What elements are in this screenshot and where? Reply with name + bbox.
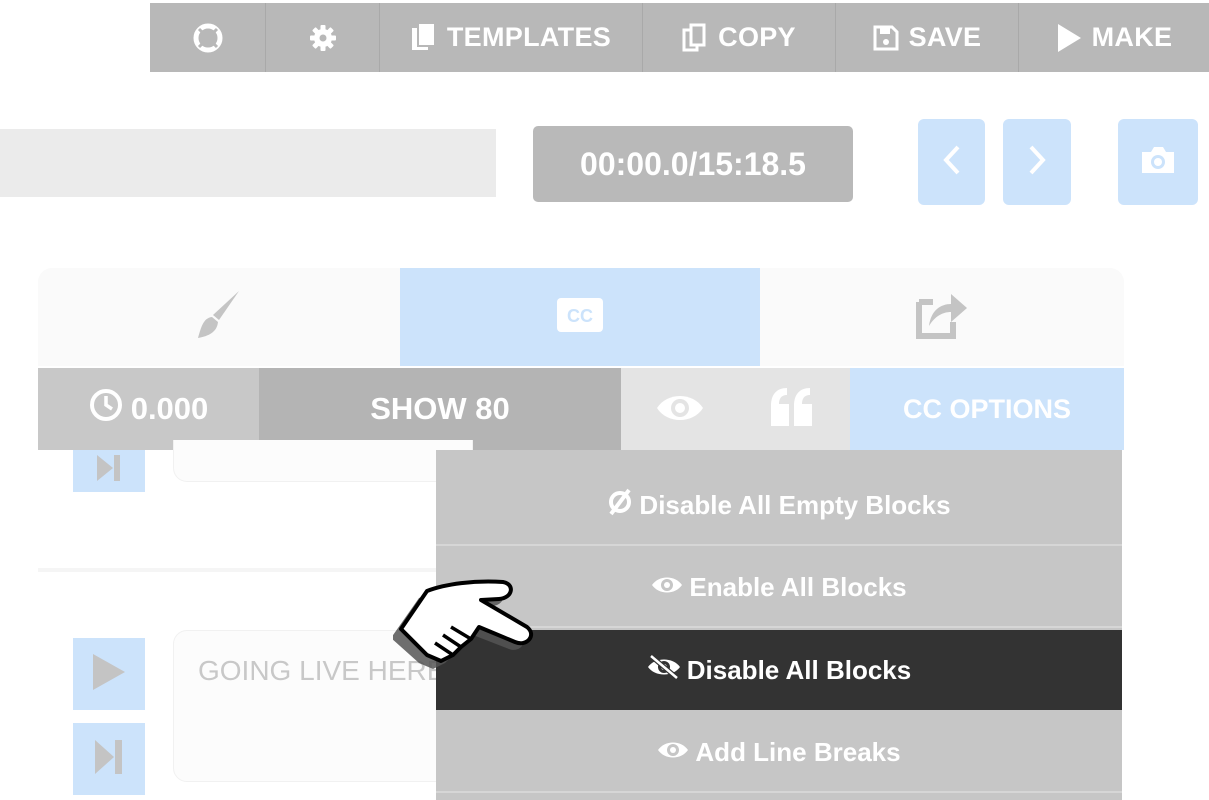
caption-block[interactable] [173,440,473,482]
screenshot-button[interactable] [1118,119,1198,205]
next-button[interactable] [1003,119,1071,205]
tab-share[interactable] [760,268,1124,366]
svg-text:CC: CC [567,306,593,326]
block-divider [38,568,478,572]
copy-button[interactable]: COPY [643,3,836,72]
play-block-button[interactable] [73,638,145,710]
delay-control[interactable]: 0.000 [38,368,259,450]
chevron-left-icon [941,144,963,181]
top-toolbar: TEMPLATES COPY SAVE MAKE [150,3,1209,72]
templates-button[interactable]: TEMPLATES [380,3,643,72]
show-count-button[interactable]: SHOW 80 [259,368,621,450]
save-icon [873,25,899,51]
disable-all-blocks-label: Disable All Blocks [686,654,912,685]
lifebuoy-icon [193,23,223,53]
play-icon [1056,23,1082,53]
eye-icon[interactable] [655,390,705,434]
play-icon [91,653,127,696]
clock-icon [89,388,123,430]
chevron-right-icon [1026,144,1048,181]
cc-options-button[interactable]: CC OPTIONS [850,368,1124,450]
paintbrush-icon [195,288,243,347]
help-button[interactable] [150,3,266,72]
closed-caption-icon: CC [557,297,603,337]
empty-set-icon [607,488,633,523]
tab-captions[interactable]: CC [400,268,760,366]
eye-icon [657,737,689,768]
previous-button[interactable] [918,119,985,205]
caption-options-bar: 0.000 SHOW 80 CC OPTIONS [38,368,1124,450]
scrub-bar[interactable] [0,129,496,197]
delay-value: 0.000 [130,391,209,426]
pointing-hand-cursor [391,577,543,682]
eye-slash-icon [647,653,681,687]
cc-options-label: CC OPTIONS [902,393,1071,424]
quote-icon[interactable] [769,386,815,436]
make-label: MAKE [1091,22,1173,52]
disable-empty-blocks-item[interactable]: Disable All Empty Blocks [436,466,1122,546]
enable-all-blocks-label: Enable All Blocks [689,571,907,602]
eye-icon [651,572,683,603]
settings-button[interactable] [266,3,380,72]
gear-icon [308,23,338,53]
disable-empty-blocks-label: Disable All Empty Blocks [639,489,951,520]
make-button[interactable]: MAKE [1019,3,1209,72]
save-label: SAVE [908,22,982,52]
share-icon [915,290,969,345]
view-controls [621,368,850,450]
templates-label: TEMPLATES [446,22,612,52]
skip-forward-icon [93,739,125,780]
copy-icon [682,23,708,53]
tab-style[interactable] [38,268,400,366]
add-line-breaks-label: Add Line Breaks [695,736,901,767]
save-button[interactable]: SAVE [836,3,1019,72]
camera-icon [1139,145,1177,180]
add-line-breaks-item[interactable]: Add Line Breaks [436,713,1122,793]
show-label: SHOW 80 [370,391,510,426]
skip-block-button[interactable] [73,723,145,795]
templates-icon [411,21,437,54]
skip-forward-icon [94,454,124,488]
timecode-display: 00:00.0/15:18.5 [533,126,853,202]
skip-button[interactable] [73,450,145,492]
copy-label: COPY [718,22,796,52]
